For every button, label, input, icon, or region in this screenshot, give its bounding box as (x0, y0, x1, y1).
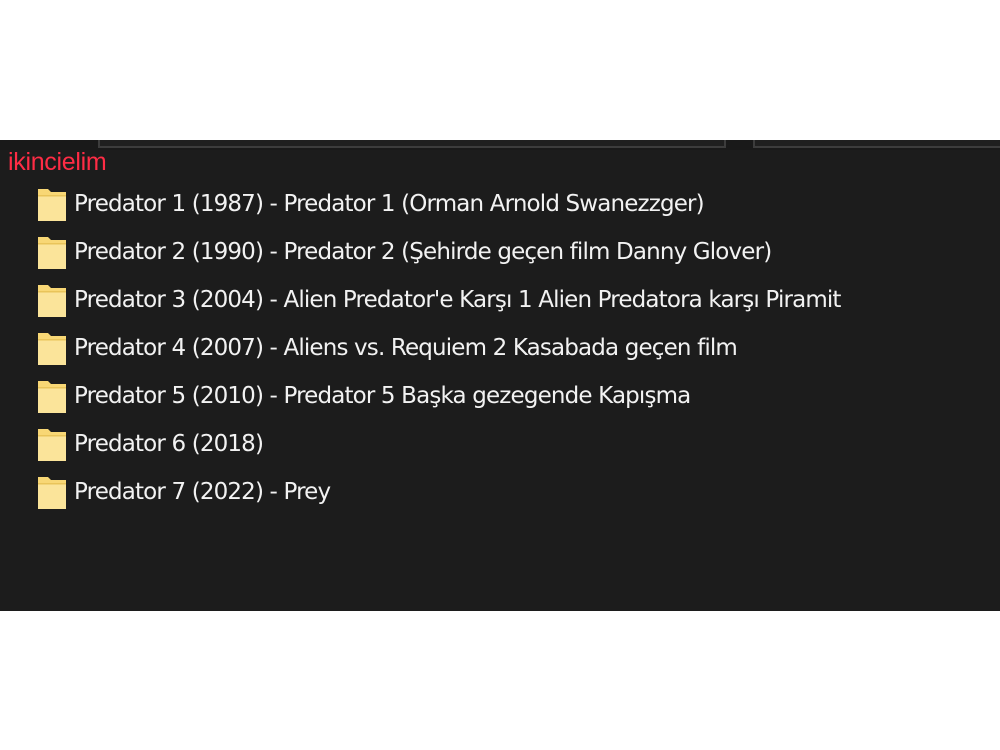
folder-name: Predator 4 (2007) - Aliens vs. Requiem 2… (74, 335, 738, 361)
list-item[interactable]: Predator 4 (2007) - Aliens vs. Requiem 2… (37, 324, 841, 372)
folder-name: Predator 6 (2018) (74, 431, 264, 457)
folder-icon (37, 234, 67, 270)
folder-name: Predator 5 (2010) - Predator 5 Başka gez… (74, 383, 691, 409)
list-item[interactable]: Predator 1 (1987) - Predator 1 (Orman Ar… (37, 180, 841, 228)
folder-name: Predator 2 (1990) - Predator 2 (Şehirde … (74, 239, 772, 265)
folder-icon (37, 282, 67, 318)
list-item[interactable]: Predator 3 (2004) - Alien Predator'e Kar… (37, 276, 841, 324)
list-item[interactable]: Predator 6 (2018) (37, 420, 841, 468)
folder-icon (37, 426, 67, 462)
list-item[interactable]: Predator 2 (1990) - Predator 2 (Şehirde … (37, 228, 841, 276)
watermark-text: ikincielim (8, 148, 107, 176)
toolbar-strip (0, 140, 1000, 150)
folder-name: Predator 3 (2004) - Alien Predator'e Kar… (74, 287, 841, 313)
folder-icon (37, 186, 67, 222)
file-explorer-window: ikincielim Predator 1 (1987) - Predator … (0, 140, 1000, 611)
folder-icon (37, 474, 67, 510)
list-item[interactable]: Predator 5 (2010) - Predator 5 Başka gez… (37, 372, 841, 420)
address-bar[interactable] (98, 140, 726, 148)
folder-name: Predator 7 (2022) - Prey (74, 479, 331, 505)
folder-icon (37, 330, 67, 366)
list-item[interactable]: Predator 7 (2022) - Prey (37, 468, 841, 516)
search-box[interactable] (753, 140, 1000, 148)
folder-name: Predator 1 (1987) - Predator 1 (Orman Ar… (74, 191, 705, 217)
folder-list: Predator 1 (1987) - Predator 1 (Orman Ar… (37, 180, 841, 516)
folder-icon (37, 378, 67, 414)
